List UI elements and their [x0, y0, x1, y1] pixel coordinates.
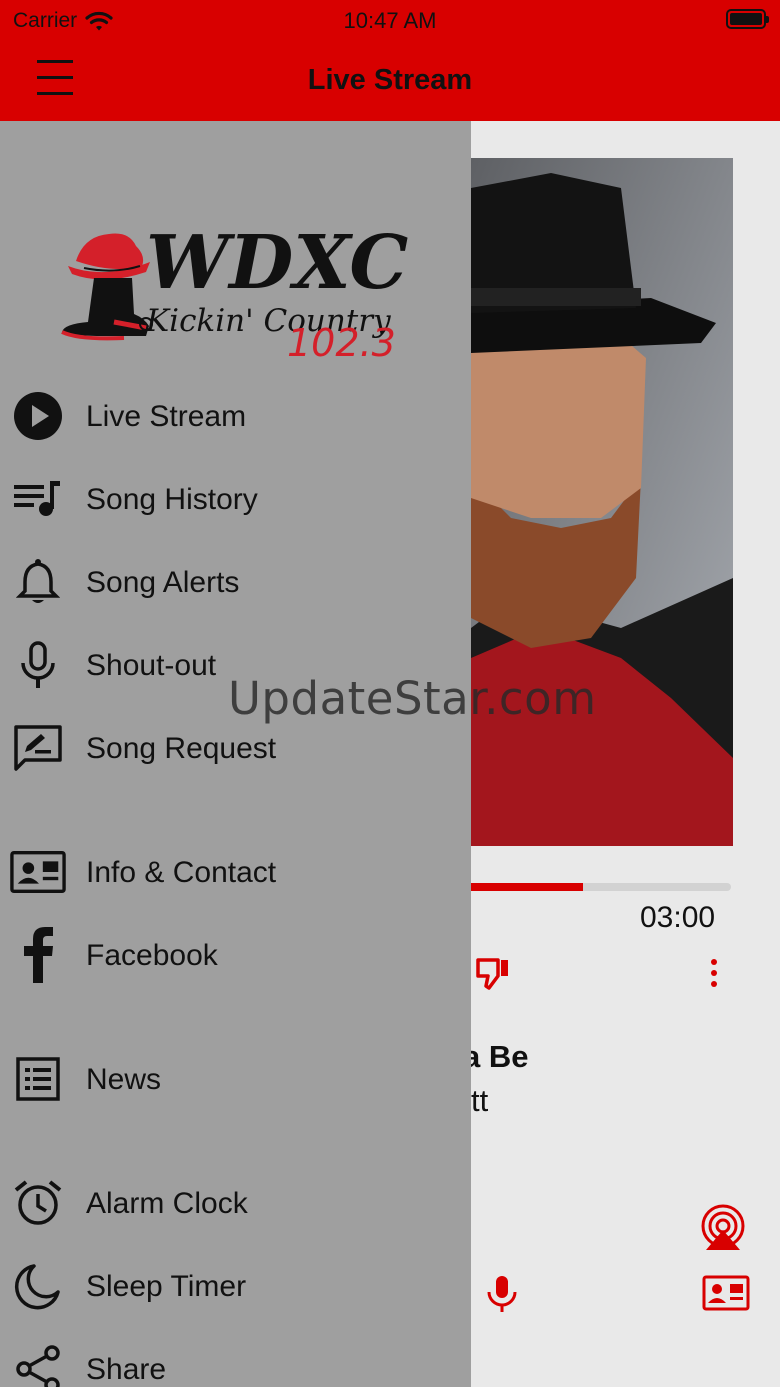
drawer-item-song-history[interactable]: Song History	[0, 471, 471, 531]
drawer-item-label: Song History	[86, 483, 258, 516]
drawer-item-label: News	[86, 1063, 162, 1096]
progress-fill	[471, 883, 583, 891]
side-drawer: WDXC Kickin' Country 102.3 Live Stream S…	[0, 121, 471, 1387]
drawer-item-label: Live Stream	[86, 400, 247, 433]
drawer-item-label: Alarm Clock	[86, 1187, 248, 1220]
drawer-item-info-contact[interactable]: Info & Contact	[0, 844, 471, 904]
share-icon	[10, 1341, 66, 1387]
message-edit-icon	[10, 720, 66, 776]
microphone-icon	[10, 637, 66, 693]
drawer-item-facebook[interactable]: Facebook	[0, 927, 471, 987]
playlist-icon	[10, 471, 66, 527]
drawer-item-song-request[interactable]: Song Request	[0, 720, 471, 780]
duration-label: 03:00	[640, 901, 716, 934]
bell-icon	[10, 554, 66, 610]
moon-icon	[10, 1258, 66, 1314]
drawer-item-live-stream[interactable]: Live Stream	[0, 388, 471, 448]
artist-name: tt	[471, 1083, 489, 1118]
drawer-item-label: Facebook	[86, 939, 218, 972]
drawer-item-label: Song Alerts	[86, 566, 240, 599]
drawer-item-label: Sleep Timer	[86, 1270, 247, 1303]
drawer-item-song-alerts[interactable]: Song Alerts	[0, 554, 471, 614]
svg-text:WDXC: WDXC	[146, 220, 408, 306]
airplay-icon[interactable]	[698, 1204, 748, 1252]
drawer-item-label: Info & Contact	[86, 856, 277, 889]
song-title: a Be	[471, 1039, 529, 1074]
status-bar: Carrier 10:47 AM	[0, 0, 780, 42]
drawer-item-share[interactable]: Share	[0, 1341, 471, 1387]
page-title: Live Stream	[307, 64, 473, 96]
play-circle-icon	[10, 388, 66, 444]
contact-card-red-icon[interactable]	[702, 1275, 750, 1311]
facebook-icon	[10, 927, 66, 983]
contact-card-icon	[10, 844, 66, 900]
station-logo: WDXC Kickin' Country 102.3	[61, 220, 408, 361]
battery-icon	[726, 9, 769, 29]
thumbs-down-icon[interactable]	[474, 956, 512, 990]
more-options-icon[interactable]	[707, 957, 721, 989]
alarm-clock-icon	[10, 1175, 66, 1231]
drawer-item-sleep-timer[interactable]: Sleep Timer	[0, 1258, 471, 1318]
news-list-icon	[10, 1051, 66, 1107]
drawer-item-alarm-clock[interactable]: Alarm Clock	[0, 1175, 471, 1235]
shoutout-microphone-icon[interactable]	[484, 1274, 520, 1314]
drawer-item-label: Song Request	[86, 732, 277, 765]
svg-text:102.3: 102.3	[287, 321, 396, 361]
drawer-item-label: Shout-out	[86, 649, 217, 682]
status-time: 10:47 AM	[343, 8, 437, 33]
app-header: Carrier 10:47 AM Live Stream	[0, 0, 780, 121]
drawer-item-news[interactable]: News	[0, 1051, 471, 1111]
watermark-text: UpdateStar.com	[228, 672, 597, 725]
album-artwork	[471, 158, 733, 846]
drawer-item-label: Share	[86, 1353, 167, 1386]
